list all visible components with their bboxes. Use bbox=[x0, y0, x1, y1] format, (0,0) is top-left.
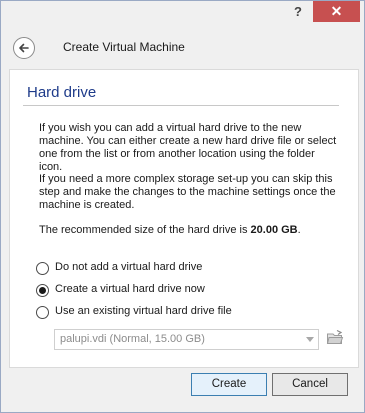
radio-button-selected[interactable] bbox=[36, 284, 49, 297]
page-heading: Hard drive bbox=[27, 84, 97, 101]
option-label: Use an existing virtual hard drive file bbox=[55, 305, 232, 317]
option-label: Create a virtual hard drive now bbox=[55, 283, 205, 295]
dialog-window: ? ✕ Create Virtual Machine Hard drive If… bbox=[0, 0, 365, 413]
recommended-size-value: 20.00 GB bbox=[250, 224, 298, 236]
storage-note-paragraph: If you need a more complex storage set-u… bbox=[39, 173, 336, 211]
content-panel bbox=[9, 69, 359, 368]
choose-file-button[interactable] bbox=[326, 329, 344, 347]
chevron-down-icon bbox=[306, 337, 314, 342]
wizard-header: Create Virtual Machine bbox=[1, 29, 364, 67]
recommended-size-text: The recommended size of the hard drive i… bbox=[39, 224, 339, 237]
back-arrow-icon bbox=[19, 43, 29, 53]
cancel-button[interactable]: Cancel bbox=[272, 373, 348, 396]
help-button[interactable]: ? bbox=[283, 2, 313, 22]
back-button[interactable] bbox=[13, 37, 35, 59]
option-label: Do not add a virtual hard drive bbox=[55, 261, 203, 273]
recommended-size-suffix: . bbox=[297, 224, 301, 236]
existing-file-value: palupi.vdi (Normal, 15.00 GB) bbox=[60, 333, 205, 345]
title-bar: ? ✕ bbox=[1, 1, 364, 29]
wizard-title: Create Virtual Machine bbox=[63, 40, 185, 54]
intro-paragraph: If you wish you can add a virtual hard d… bbox=[39, 122, 337, 173]
existing-file-select[interactable]: palupi.vdi (Normal, 15.00 GB) bbox=[54, 329, 319, 350]
create-button[interactable]: Create bbox=[191, 373, 267, 396]
radio-button[interactable] bbox=[36, 262, 49, 275]
folder-icon bbox=[326, 329, 344, 344]
close-button[interactable]: ✕ bbox=[313, 1, 360, 22]
heading-divider bbox=[23, 105, 339, 106]
recommended-size-prefix: The recommended size of the hard drive i… bbox=[39, 224, 251, 236]
radio-button[interactable] bbox=[36, 306, 49, 319]
